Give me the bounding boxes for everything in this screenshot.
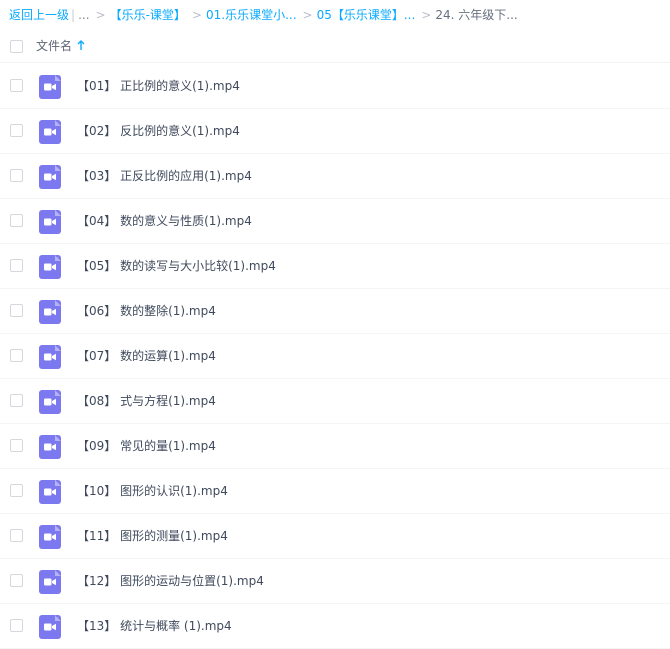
row-checkbox[interactable] <box>10 259 23 272</box>
file-row[interactable]: 【11】 图形的测量(1).mp4 <box>0 514 670 559</box>
video-file-icon <box>39 435 61 459</box>
breadcrumb-divider: | <box>71 8 76 22</box>
row-checkbox[interactable] <box>10 169 23 182</box>
file-row[interactable]: 【08】 式与方程(1).mp4 <box>0 379 670 424</box>
row-checkbox[interactable] <box>10 214 23 227</box>
video-file-icon <box>39 480 61 504</box>
file-row[interactable]: 【04】 数的意义与性质(1).mp4 <box>0 199 670 244</box>
chevron-right-icon: > <box>95 8 106 22</box>
video-file-icon <box>39 120 61 144</box>
file-name[interactable]: 【13】 统计与概率 (1).mp4 <box>77 618 232 634</box>
video-file-icon <box>39 165 61 189</box>
row-checkbox[interactable] <box>10 79 23 92</box>
row-checkbox[interactable] <box>10 439 23 452</box>
file-name[interactable]: 【10】 图形的认识(1).mp4 <box>77 483 228 499</box>
video-file-icon <box>39 75 61 99</box>
row-checkbox[interactable] <box>10 124 23 137</box>
file-list: 【01】 正比例的意义(1).mp4 【02】 反比例的意义(1).mp4 【0… <box>0 64 670 649</box>
file-row[interactable]: 【06】 数的整除(1).mp4 <box>0 289 670 334</box>
select-all-checkbox[interactable] <box>10 40 23 53</box>
video-file-icon <box>39 210 61 234</box>
row-checkbox[interactable] <box>10 619 23 632</box>
sort-ascending-icon <box>77 40 85 50</box>
file-name[interactable]: 【01】 正比例的意义(1).mp4 <box>77 78 240 94</box>
file-name[interactable]: 【06】 数的整除(1).mp4 <box>77 303 216 319</box>
file-row[interactable]: 【02】 反比例的意义(1).mp4 <box>0 109 670 154</box>
video-file-icon <box>39 345 61 369</box>
video-file-icon <box>39 570 61 594</box>
video-file-icon <box>39 615 61 639</box>
name-column-label: 文件名 <box>36 39 73 53</box>
file-name[interactable]: 【03】 正反比例的应用(1).mp4 <box>77 168 252 184</box>
row-checkbox[interactable] <box>10 394 23 407</box>
file-name[interactable]: 【11】 图形的测量(1).mp4 <box>77 528 228 544</box>
file-row[interactable]: 【13】 统计与概率 (1).mp4 <box>0 604 670 649</box>
file-row[interactable]: 【09】 常见的量(1).mp4 <box>0 424 670 469</box>
chevron-right-icon: > <box>421 8 432 22</box>
video-file-icon <box>39 255 61 279</box>
row-checkbox[interactable] <box>10 484 23 497</box>
breadcrumb: 返回上一级 | ... > 【乐乐-课堂】 > 01.乐乐课堂小... > 05… <box>9 6 518 24</box>
file-name[interactable]: 【05】 数的读写与大小比较(1).mp4 <box>77 258 276 274</box>
file-row[interactable]: 【03】 正反比例的应用(1).mp4 <box>0 154 670 199</box>
file-row[interactable]: 【01】 正比例的意义(1).mp4 <box>0 64 670 109</box>
breadcrumb-item[interactable]: 【乐乐-课堂】 <box>110 6 186 24</box>
file-name[interactable]: 【09】 常见的量(1).mp4 <box>77 438 216 454</box>
file-name[interactable]: 【02】 反比例的意义(1).mp4 <box>77 123 240 139</box>
name-column-header[interactable]: 文件名 <box>36 37 85 54</box>
video-file-icon <box>39 390 61 414</box>
file-row[interactable]: 【05】 数的读写与大小比较(1).mp4 <box>0 244 670 289</box>
breadcrumb-current: 24. 六年级下... <box>435 8 518 22</box>
video-file-icon <box>39 300 61 324</box>
row-checkbox[interactable] <box>10 529 23 542</box>
breadcrumb-item[interactable]: 01.乐乐课堂小... <box>206 6 297 24</box>
file-row[interactable]: 【07】 数的运算(1).mp4 <box>0 334 670 379</box>
row-checkbox[interactable] <box>10 349 23 362</box>
chevron-right-icon: > <box>191 8 202 22</box>
file-name[interactable]: 【04】 数的意义与性质(1).mp4 <box>77 213 252 229</box>
file-name[interactable]: 【08】 式与方程(1).mp4 <box>77 393 216 409</box>
chevron-right-icon: > <box>302 8 313 22</box>
breadcrumb-item[interactable]: 05【乐乐课堂】... <box>317 6 416 24</box>
file-name[interactable]: 【12】 图形的运动与位置(1).mp4 <box>77 573 264 589</box>
row-checkbox[interactable] <box>10 304 23 317</box>
file-row[interactable]: 【10】 图形的认识(1).mp4 <box>0 469 670 514</box>
file-list-header: 文件名 <box>0 28 670 63</box>
back-to-parent-link[interactable]: 返回上一级 <box>9 6 69 24</box>
file-name[interactable]: 【07】 数的运算(1).mp4 <box>77 348 216 364</box>
breadcrumb-ellipsis[interactable]: ... <box>78 6 89 24</box>
row-checkbox[interactable] <box>10 574 23 587</box>
video-file-icon <box>39 525 61 549</box>
file-row[interactable]: 【12】 图形的运动与位置(1).mp4 <box>0 559 670 604</box>
